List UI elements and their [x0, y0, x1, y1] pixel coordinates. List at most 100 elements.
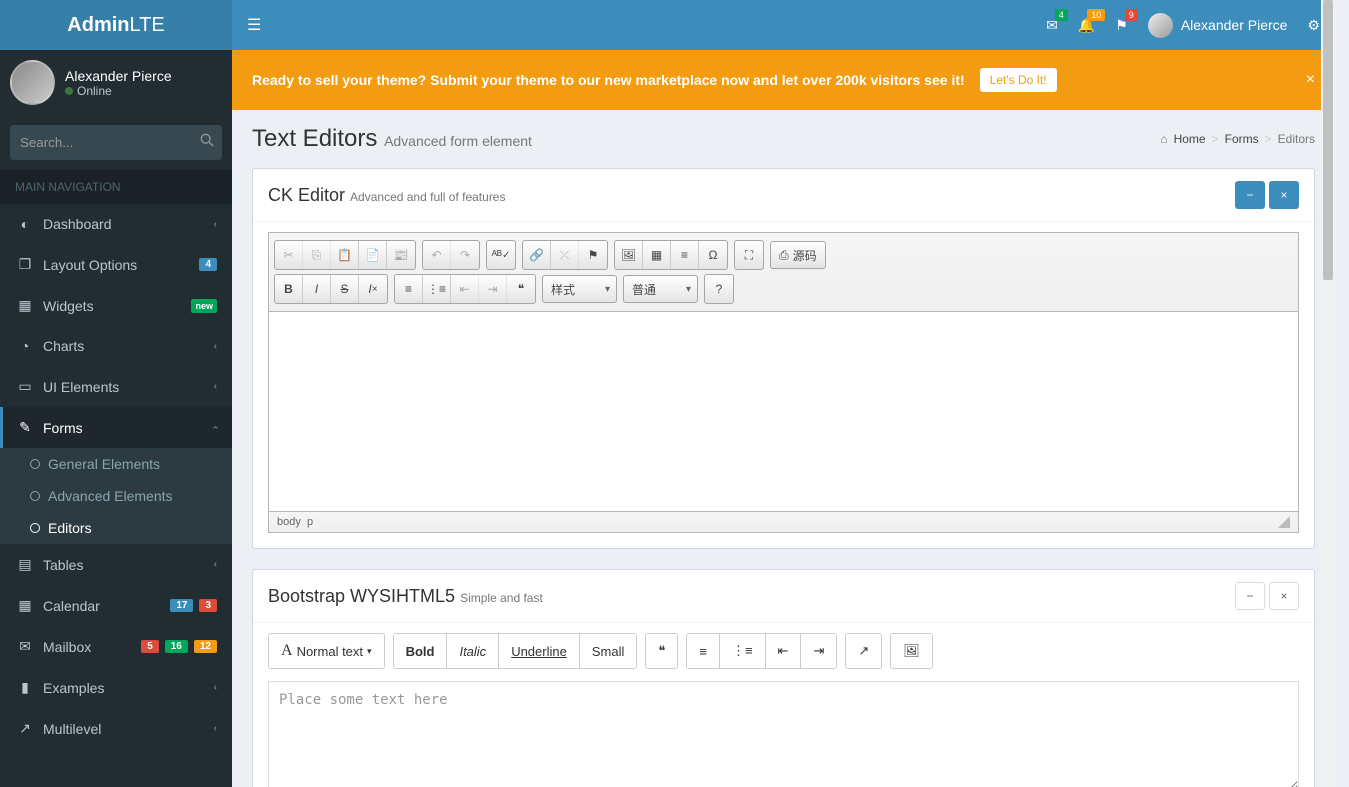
ck-editing-area[interactable]	[269, 312, 1298, 512]
ck-bulletlist-icon[interactable]: ⋮≡	[423, 275, 451, 303]
user-name: Alexander Pierce	[65, 68, 172, 84]
ck-copy-icon[interactable]: ⎘	[303, 241, 331, 269]
ck-path-p[interactable]: p	[307, 516, 313, 528]
source-icon: ⎙	[779, 248, 789, 263]
ck-hr-icon[interactable]: ≡	[671, 241, 699, 269]
ck-spellcheck-icon[interactable]: ᴬᴮ✓	[487, 241, 515, 269]
ck-redo-icon[interactable]: ↷	[451, 241, 479, 269]
wys-textarea[interactable]	[268, 681, 1299, 787]
ck-resizer[interactable]	[1278, 516, 1290, 528]
wys-small-button[interactable]: Small	[580, 634, 637, 668]
badge-layout: 4	[199, 258, 217, 271]
search-icon[interactable]	[200, 133, 214, 150]
settings-toggle[interactable]: ⚙	[1307, 17, 1320, 34]
nav-charts[interactable]: ◔Charts‹	[0, 326, 232, 366]
gauge-icon: ◐	[15, 216, 35, 232]
nav-mailbox[interactable]: ✉Mailbox51612	[0, 626, 232, 667]
scrollbar-thumb[interactable]	[1323, 0, 1333, 280]
calendar-icon: ▦	[15, 597, 35, 614]
search-input[interactable]	[10, 125, 222, 160]
messages-toggle[interactable]: ✉4	[1046, 17, 1058, 34]
box-remove-button[interactable]: ×	[1269, 181, 1299, 209]
nav-multilevel[interactable]: ↗Multilevel‹	[0, 708, 232, 749]
ck-undo-icon[interactable]: ↶	[423, 241, 451, 269]
wys-font-dropdown[interactable]: ANormal text ▾	[269, 634, 384, 668]
ckeditor: ✂ ⎘ 📋 📄 📰 ↶ ↷ ᴬᴮ✓	[268, 232, 1299, 533]
ck-strike-icon[interactable]: S	[331, 275, 359, 303]
wys-italic-button[interactable]: Italic	[447, 634, 499, 668]
circle-icon	[30, 523, 40, 533]
nav-dashboard[interactable]: ◐Dashboard‹	[0, 204, 232, 244]
ck-table-icon[interactable]: ▦	[643, 241, 671, 269]
box-collapse-button[interactable]: −	[1235, 181, 1265, 209]
main: ☰ ✉4 🔔10 ⚑9 Alexander Pierce ⚙ Ready to …	[232, 0, 1335, 787]
ck-blockquote-icon[interactable]: ❝	[507, 275, 535, 303]
ck-specialchar-icon[interactable]: Ω	[699, 241, 727, 269]
box-title: Bootstrap WYSIHTML5 Simple and fast	[268, 586, 543, 607]
nav-calendar[interactable]: ▦Calendar173	[0, 585, 232, 626]
ck-about-icon[interactable]: ?	[705, 275, 733, 303]
box-remove-button[interactable]: ×	[1269, 582, 1299, 610]
nav-examples[interactable]: ▮Examples‹	[0, 667, 232, 708]
wys-ul-button[interactable]: ≡	[687, 634, 720, 668]
ck-outdent-icon[interactable]: ⇤	[451, 275, 479, 303]
subnav-general[interactable]: General Elements	[0, 448, 232, 480]
ck-anchor-icon[interactable]: ⚑	[579, 241, 607, 269]
ck-bold-icon[interactable]: B	[275, 275, 303, 303]
scrollbar[interactable]	[1321, 0, 1335, 787]
user-menu[interactable]: Alexander Pierce	[1148, 13, 1288, 38]
ck-paste-icon[interactable]: 📋	[331, 241, 359, 269]
user-status: Online	[65, 84, 172, 98]
nav-ui[interactable]: ▭UI Elements‹	[0, 366, 232, 407]
nav-forms[interactable]: ✎Forms‹	[0, 407, 232, 448]
gears-icon: ⚙	[1307, 17, 1320, 33]
ck-paste-word-icon[interactable]: 📰	[387, 241, 415, 269]
ck-format-select[interactable]: 普通	[623, 275, 698, 303]
tasks-toggle[interactable]: ⚑9	[1115, 17, 1128, 34]
ck-indent-icon[interactable]: ⇥	[479, 275, 507, 303]
box-wysihtml5: Bootstrap WYSIHTML5 Simple and fast − × …	[252, 569, 1315, 787]
banner-cta-button[interactable]: Let's Do It!	[980, 68, 1057, 92]
chevron-left-icon: ‹	[214, 723, 217, 734]
wys-outdent-button[interactable]: ⇤	[766, 634, 802, 668]
ck-paste-text-icon[interactable]: 📄	[359, 241, 387, 269]
ck-unlink-icon[interactable]: ⤫	[551, 241, 579, 269]
folder-icon: ▮	[15, 679, 35, 696]
home-icon: ⌂	[1160, 132, 1167, 146]
subnav-advanced[interactable]: Advanced Elements	[0, 480, 232, 512]
box-collapse-button[interactable]: −	[1235, 582, 1265, 610]
breadcrumb-home[interactable]: Home	[1174, 132, 1206, 146]
wys-blockquote-button[interactable]: ❝	[646, 634, 677, 668]
close-icon[interactable]: ×	[1306, 71, 1315, 89]
brand-logo[interactable]: AdminLTE	[0, 0, 232, 50]
ck-maximize-icon[interactable]: ⛶	[735, 241, 763, 269]
breadcrumb-forms[interactable]: Forms	[1225, 132, 1259, 146]
ck-image-icon[interactable]: 🖼	[615, 241, 643, 269]
ck-numberedlist-icon[interactable]: ≡	[395, 275, 423, 303]
ck-removeformat-icon[interactable]: I×	[359, 275, 387, 303]
ck-source-button[interactable]: ⎙源码	[770, 241, 826, 269]
nav-header: MAIN NAVIGATION	[0, 170, 232, 204]
nav-widgets[interactable]: ▦Widgetsnew	[0, 285, 232, 326]
page-header: Text Editors Advanced form element ⌂ Hom…	[232, 110, 1335, 168]
notifications-toggle[interactable]: 🔔10	[1078, 17, 1095, 34]
wys-ol-button[interactable]: ⋮≡	[720, 634, 766, 668]
badge-flag: 9	[1125, 9, 1138, 21]
ck-link-icon[interactable]: 🔗	[523, 241, 551, 269]
nav-tables[interactable]: ▤Tables‹	[0, 544, 232, 585]
nav-layout[interactable]: ❐Layout Options4	[0, 244, 232, 285]
share-icon: ↗	[15, 720, 35, 737]
ck-path-body[interactable]: body	[277, 516, 301, 528]
ck-cut-icon[interactable]: ✂	[275, 241, 303, 269]
ck-italic-icon[interactable]: I	[303, 275, 331, 303]
wys-underline-button[interactable]: Underline	[499, 634, 580, 668]
breadcrumb: ⌂ Home > Forms > Editors	[1160, 132, 1315, 146]
wys-image-button[interactable]: 🖼	[891, 634, 932, 668]
menu-toggle[interactable]: ☰	[247, 15, 261, 35]
wys-link-button[interactable]: ↗	[846, 634, 881, 668]
wys-bold-button[interactable]: Bold	[394, 634, 448, 668]
ck-styles-select[interactable]: 样式	[542, 275, 617, 303]
wys-indent-button[interactable]: ⇥	[801, 634, 836, 668]
subnav-editors[interactable]: Editors	[0, 512, 232, 544]
user-panel: Alexander Pierce Online	[0, 50, 232, 115]
